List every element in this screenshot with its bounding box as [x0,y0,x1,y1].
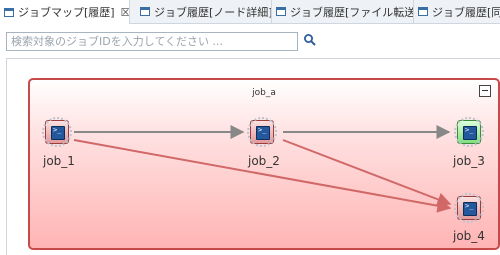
search-toolbar [0,24,500,58]
close-icon[interactable]: ☒ [121,6,129,19]
view-icon [4,7,14,17]
job-node-job_3[interactable] [454,117,484,147]
command-job-icon [51,126,65,140]
job-label: job_1 [43,154,75,168]
job-label: job_4 [453,229,485,243]
tab-job-history-file-transfer[interactable]: ジョブ履歴[ファイル転送] [272,0,414,23]
job-node-job_4[interactable] [454,193,484,223]
tab-bar: ジョブマップ[履歴] ☒ ジョブ履歴[ノード詳細] ジョブ履歴[ファイル転送] … [0,0,500,24]
job-node-job_2[interactable] [247,117,277,147]
view-icon [276,7,286,16]
command-job-icon [463,126,477,140]
tab-label: ジョブ履歴[同 [432,5,500,19]
job-label: job_2 [248,154,280,168]
search-input[interactable] [6,32,298,51]
collapse-icon[interactable] [479,85,491,97]
command-job-icon [463,202,477,216]
command-job-icon [256,126,270,140]
job-node-job_1[interactable] [42,117,72,147]
search-icon[interactable] [302,32,318,48]
tab-label: ジョブ履歴[ファイル転送] [290,5,414,19]
view-icon [418,7,428,16]
tab-job-history-more[interactable]: ジョブ履歴[同 [414,0,500,23]
job-label: job_3 [453,154,485,168]
tab-label: ジョブ履歴[ノード詳細] [154,5,272,19]
tab-job-map-history[interactable]: ジョブマップ[履歴] ☒ [0,0,130,24]
view-icon [140,7,150,16]
tab-label: ジョブマップ[履歴] [18,6,115,19]
jobnet-title: job_a [252,88,276,98]
tab-job-history-node-detail[interactable]: ジョブ履歴[ノード詳細] [136,0,272,23]
